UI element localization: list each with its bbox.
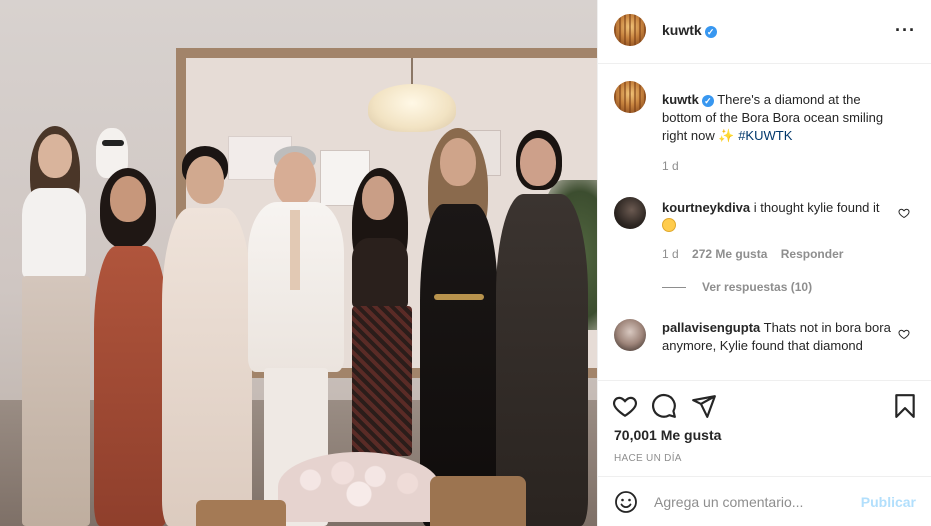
emoji-smile-icon[interactable]: [614, 490, 638, 514]
photo-bust-glasses: [102, 140, 124, 146]
comment-time: 1 d: [662, 247, 679, 261]
instagram-post-modal: kuwtk ✓ ··· kuwtk ✓ There's a diamond at t…: [0, 0, 931, 526]
photo-lamp-cord: [411, 58, 413, 86]
add-comment-bar: Publicar: [598, 476, 931, 526]
view-replies-button[interactable]: Ver respuestas (10): [702, 280, 812, 294]
send-icon[interactable]: [691, 393, 717, 419]
caption-username[interactable]: kuwtk: [662, 92, 699, 107]
comments-list[interactable]: kuwtk ✓ There's a diamond at the bottom o…: [598, 65, 931, 379]
comment-avatar[interactable]: [614, 197, 646, 229]
replies-divider: [662, 287, 686, 288]
hashtag-link[interactable]: #KUWTK: [738, 128, 792, 143]
verified-badge-icon: ✓: [704, 26, 717, 38]
avatar[interactable]: [614, 14, 646, 46]
post-actions: 70,001 Me gusta HACE UN DÍA: [598, 380, 931, 476]
post-photo[interactable]: [0, 0, 597, 526]
sparkles-emoji-icon: ✨: [718, 128, 735, 143]
photo-person-3: [158, 146, 254, 526]
list-item: kourtneykdiva i thought kylie found it 1…: [614, 195, 916, 305]
list-item: pallavisengupta Thats not in bora bora a…: [614, 319, 916, 379]
post-username[interactable]: kuwtk: [662, 22, 702, 38]
caption-avatar[interactable]: [614, 81, 646, 113]
photo-person-7: [494, 130, 590, 526]
bookmark-icon[interactable]: [892, 393, 918, 419]
comment-username[interactable]: pallavisengupta: [662, 320, 760, 335]
comment-like-heart-icon[interactable]: [898, 207, 910, 219]
photo-table-left: [196, 500, 286, 526]
caption-time: 1 d: [662, 159, 679, 173]
publish-button[interactable]: Publicar: [861, 494, 916, 510]
post-sidebar: kuwtk ✓ ··· kuwtk ✓ There's a diamond at t…: [597, 0, 931, 526]
heart-icon[interactable]: [612, 393, 638, 419]
comment-text-block: kourtneykdiva i thought kylie found it: [662, 199, 892, 235]
comment-text-block: pallavisengupta Thats not in bora bora a…: [662, 319, 892, 355]
comment-username[interactable]: kourtneykdiva: [662, 200, 750, 215]
comment-input[interactable]: [654, 491, 854, 513]
likes-count[interactable]: 70,001 Me gusta: [614, 427, 721, 443]
more-options-icon[interactable]: ···: [895, 20, 916, 41]
post-header: kuwtk ✓ ···: [598, 0, 931, 64]
photo-person-6: [414, 128, 502, 526]
photo-lamp: [368, 84, 456, 132]
comment-meta: 1 d 272 Me gusta Responder: [662, 247, 843, 261]
post-date[interactable]: HACE UN DÍA: [614, 453, 682, 464]
photo-table-right: [430, 476, 526, 526]
comment-icon[interactable]: [651, 393, 677, 419]
photo-flowers: [278, 452, 440, 522]
slightly-smiling-face-icon: [662, 218, 676, 232]
comment-like-heart-icon[interactable]: [898, 328, 910, 340]
caption-text-block: kuwtk ✓ There's a diamond at the bottom o…: [662, 91, 892, 145]
caption-verified-icon: ✓: [701, 95, 714, 107]
reply-button[interactable]: Responder: [781, 247, 844, 261]
comment-avatar[interactable]: [614, 319, 646, 351]
comment-likes[interactable]: 272 Me gusta: [692, 247, 767, 261]
caption: kuwtk ✓ There's a diamond at the bottom o…: [614, 81, 916, 173]
comment-text: i thought kylie found it: [753, 200, 880, 215]
post-username-link[interactable]: kuwtk ✓: [662, 22, 717, 38]
photo-person-1: [8, 126, 98, 526]
